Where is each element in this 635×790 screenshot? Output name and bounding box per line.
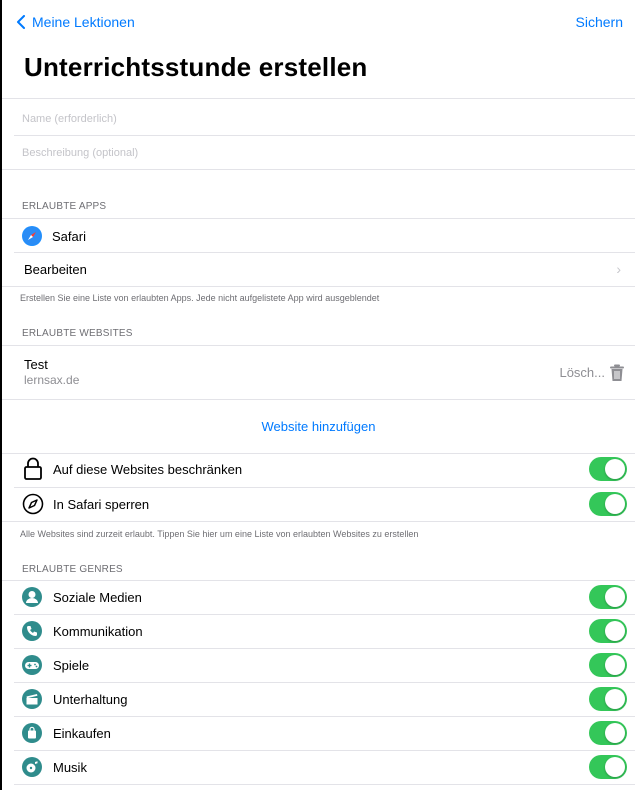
- divider: [2, 345, 635, 346]
- toggle-knob: [605, 689, 625, 709]
- toggle-knob: [605, 723, 625, 743]
- genre-toggle[interactable]: [589, 755, 627, 779]
- divider: [2, 218, 635, 219]
- chevron-left-icon: [17, 15, 25, 29]
- social-media-icon: [22, 587, 42, 607]
- name-field[interactable]: Name (erforderlich): [22, 113, 117, 125]
- clapperboard-icon: [22, 689, 42, 709]
- toggle-knob: [605, 621, 625, 641]
- safari-icon: [22, 226, 42, 246]
- genre-label: Einkaufen: [53, 726, 111, 741]
- page-title: Unterrichtsstunde erstellen: [24, 52, 368, 82]
- description-field[interactable]: Beschreibung (optional): [22, 147, 138, 159]
- genre-toggle[interactable]: [589, 585, 627, 609]
- divider: [14, 716, 635, 717]
- navigation-bar: Meine Lektionen Sichern: [16, 12, 623, 36]
- genre-label: Spiele: [53, 658, 90, 673]
- apps-section-header: ERLAUBTE APPS: [22, 201, 107, 212]
- website-url: lernsax.de: [24, 373, 80, 387]
- phone-icon: [22, 621, 42, 641]
- gamepad-icon: [22, 655, 42, 675]
- music-icon: [22, 757, 42, 777]
- trash-icon[interactable]: [609, 364, 625, 382]
- divider: [14, 648, 635, 649]
- genre-toggle[interactable]: [589, 619, 627, 643]
- app-label: Safari: [52, 229, 86, 244]
- toggle-knob: [605, 587, 625, 607]
- restrict-websites-toggle[interactable]: [589, 457, 627, 481]
- lock-safari-label: In Safari sperren: [53, 497, 150, 512]
- genre-label: Unterhaltung: [53, 692, 128, 707]
- lock-safari-toggle[interactable]: [589, 492, 627, 516]
- divider: [14, 682, 635, 683]
- toggle-knob: [605, 757, 625, 777]
- genre-toggle[interactable]: [589, 687, 627, 711]
- toggle-knob: [605, 459, 625, 479]
- divider: [14, 487, 635, 488]
- save-button[interactable]: Sichern: [576, 14, 623, 30]
- divider: [14, 750, 635, 751]
- lesson-editor-screen: Meine Lektionen Sichern Unterrichtsstund…: [0, 0, 635, 790]
- genre-label: Musik: [53, 760, 87, 775]
- shopping-bag-icon: [22, 723, 42, 743]
- genres-section-header: ERLAUBTE GENRES: [22, 564, 123, 575]
- chevron-right-icon: ›: [616, 261, 621, 277]
- divider: [2, 521, 635, 522]
- website-title: Test: [24, 357, 48, 372]
- divider: [2, 580, 635, 581]
- genre-toggle[interactable]: [589, 721, 627, 745]
- divider: [14, 135, 635, 136]
- genre-label: Kommunikation: [53, 624, 143, 639]
- websites-footnote: Alle Websites sind zurzeit erlaubt. Tipp…: [20, 529, 419, 539]
- divider: [2, 453, 635, 454]
- toggle-knob: [605, 655, 625, 675]
- divider: [14, 614, 635, 615]
- edit-apps-label: Bearbeiten: [24, 262, 87, 277]
- delete-website-button[interactable]: Lösch...: [559, 365, 605, 380]
- divider: [14, 784, 635, 785]
- divider: [2, 399, 635, 400]
- restrict-websites-label: Auf diese Websites beschränken: [53, 462, 243, 477]
- genre-label: Soziale Medien: [53, 590, 142, 605]
- back-button[interactable]: Meine Lektionen: [16, 14, 135, 30]
- genre-toggle[interactable]: [589, 653, 627, 677]
- toggle-knob: [605, 494, 625, 514]
- compass-icon: [22, 493, 44, 515]
- add-website-button[interactable]: Website hinzufügen: [2, 419, 635, 434]
- back-button-label: Meine Lektionen: [32, 14, 135, 30]
- apps-footnote: Erstellen Sie eine Liste von erlaubten A…: [20, 293, 380, 303]
- divider: [2, 98, 635, 99]
- lock-icon: [24, 457, 42, 480]
- divider: [2, 286, 635, 287]
- websites-section-header: ERLAUBTE WEBSITES: [22, 328, 133, 339]
- divider: [14, 252, 635, 253]
- divider: [2, 169, 635, 170]
